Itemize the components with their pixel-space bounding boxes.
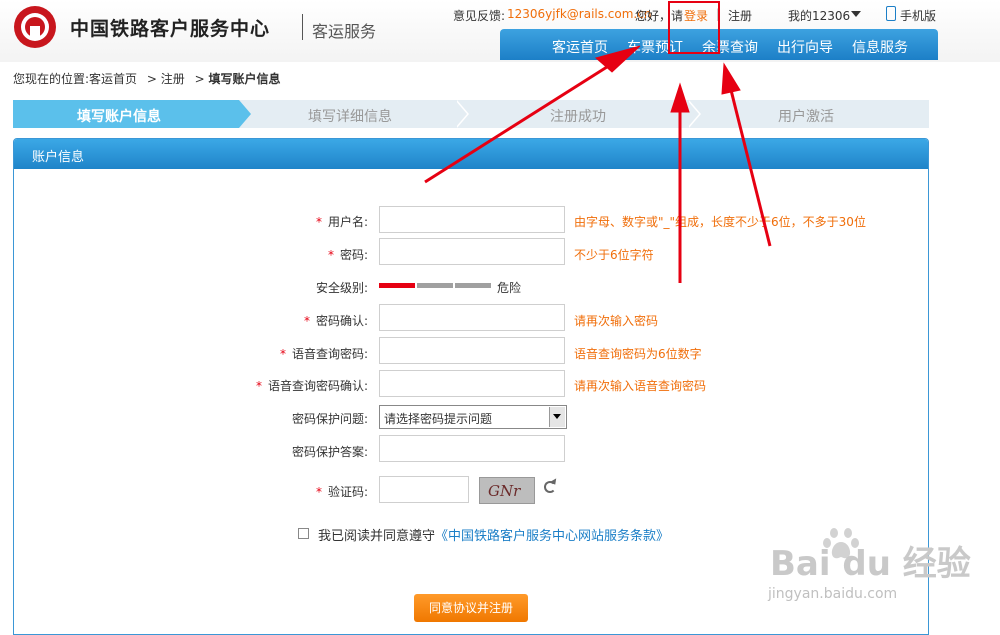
watermark-main: Bai du 经验 <box>770 544 971 584</box>
annotation-arrowhead-2 <box>670 82 690 113</box>
watermark-url: jingyan.baidu.com <box>768 586 898 602</box>
baidu-watermark: Bai du 经验 jingyan.baidu.com <box>760 520 1000 627</box>
annotation-arrow-1 <box>424 58 619 184</box>
annotation-arrowhead-3 <box>721 62 741 95</box>
annotation-arrow-3 <box>729 89 772 247</box>
